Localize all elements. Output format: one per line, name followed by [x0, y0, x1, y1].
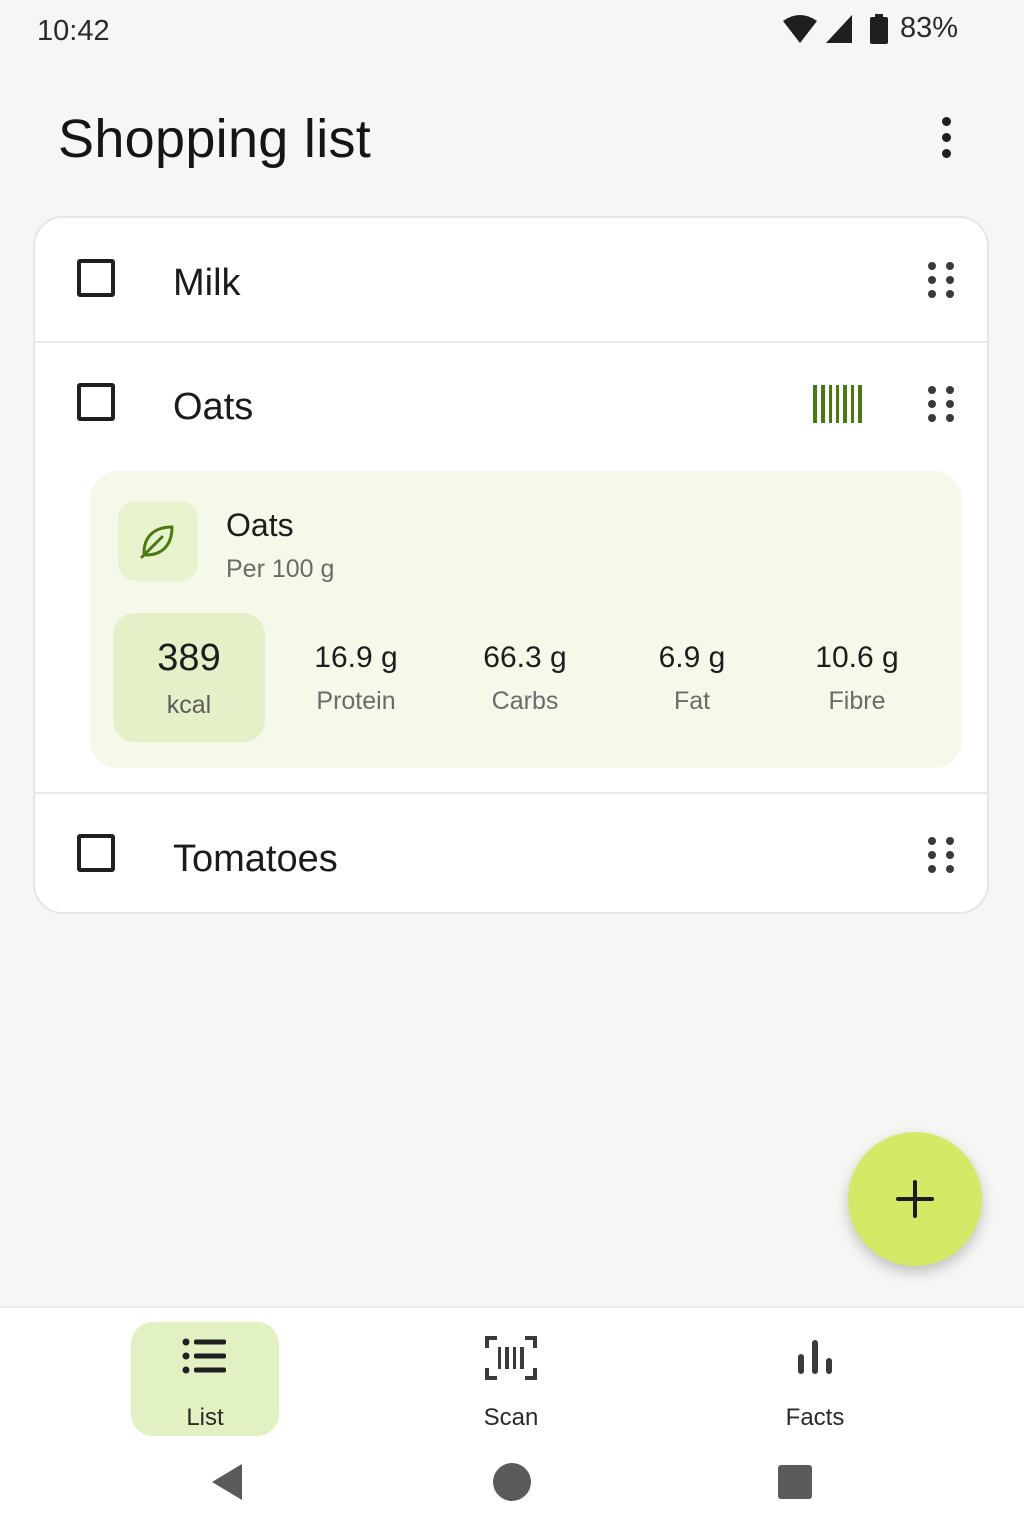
item-label-tomatoes: Tomatoes: [173, 838, 338, 880]
nav-label-list: List: [186, 1404, 224, 1431]
macro-label: Fat: [673, 687, 711, 715]
checkbox-milk[interactable]: [77, 259, 115, 297]
nav-label-scan: Scan: [483, 1404, 539, 1431]
macro-label: Protein: [316, 687, 396, 715]
list-item[interactable]: Oats: [35, 343, 987, 467]
checkbox-tomatoes[interactable]: [77, 834, 115, 872]
status-bar: 10:42 83%: [0, 0, 1024, 70]
scan-icon: [485, 1336, 537, 1380]
item-label-milk: Milk: [173, 262, 241, 304]
leaf-icon: [140, 525, 174, 559]
drag-handle-icon[interactable]: [928, 386, 954, 426]
barcode-icon[interactable]: [813, 385, 865, 425]
nutrition-serving: Per 100 g: [226, 555, 335, 583]
home-icon[interactable]: [490, 1460, 534, 1504]
signal-icon: [825, 14, 852, 43]
more-options-icon[interactable]: [922, 108, 970, 166]
bar-chart-icon: [798, 1340, 832, 1374]
list-icon: [182, 1338, 226, 1374]
shopping-list-card: Milk Oats Oats Per 100 g 389 kcal 16.9 g…: [33, 216, 989, 914]
nav-item-scan[interactable]: Scan: [437, 1322, 585, 1436]
macro-fat: 6.9 g Fat: [617, 641, 767, 716]
add-item-button[interactable]: [848, 1132, 982, 1266]
macro-value: 16.9 g: [314, 641, 398, 674]
macro-value: 66.3 g: [483, 641, 567, 674]
nav-label-facts: Facts: [785, 1404, 845, 1431]
macro-value: 10.6 g: [815, 641, 899, 674]
status-icons: 83%: [782, 12, 958, 45]
calories-value: 389: [157, 637, 221, 679]
drag-handle-icon[interactable]: [928, 262, 954, 302]
calories-unit: kcal: [166, 691, 212, 719]
drag-handle-icon[interactable]: [928, 837, 954, 877]
nav-item-facts[interactable]: Facts: [741, 1322, 889, 1436]
wifi-icon: [782, 14, 817, 43]
macro-carbs: 66.3 g Carbs: [450, 641, 600, 716]
macro-protein: 16.9 g Protein: [281, 641, 431, 716]
macro-label: Fibre: [828, 687, 886, 715]
checkbox-oats[interactable]: [77, 383, 115, 421]
status-time: 10:42: [37, 15, 110, 47]
nutrition-food-name: Oats: [226, 507, 294, 543]
macro-fibre: 10.6 g Fibre: [782, 641, 932, 716]
leaf-badge: [118, 501, 198, 581]
page-title: Shopping list: [58, 109, 372, 169]
plus-icon: [896, 1180, 934, 1218]
battery-icon: [869, 13, 888, 44]
macro-value: 6.9 g: [658, 641, 726, 674]
item-label-oats: Oats: [173, 386, 254, 428]
battery-percent: 83%: [899, 12, 958, 44]
nutrition-panel: Oats Per 100 g 389 kcal 16.9 g Protein 6…: [90, 471, 962, 768]
list-item[interactable]: Milk: [35, 218, 987, 342]
recents-icon[interactable]: [773, 1460, 817, 1504]
calories-badge: 389 kcal: [113, 613, 265, 742]
nav-item-list[interactable]: List: [131, 1322, 279, 1436]
macro-label: Carbs: [491, 687, 559, 715]
back-icon[interactable]: [206, 1460, 250, 1504]
list-item[interactable]: Tomatoes: [35, 794, 987, 912]
